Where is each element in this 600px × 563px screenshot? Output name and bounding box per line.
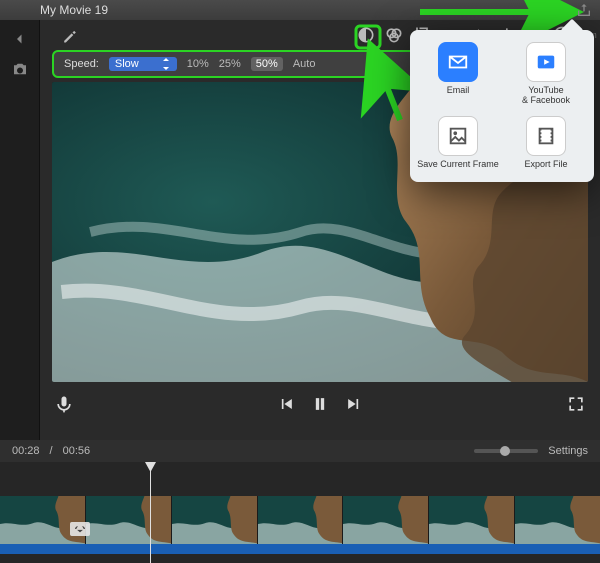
transport-bar xyxy=(40,382,600,426)
fullscreen-icon[interactable] xyxy=(566,394,586,414)
prev-button[interactable] xyxy=(276,394,296,414)
playhead[interactable] xyxy=(150,462,151,563)
zoom-slider[interactable] xyxy=(474,449,538,453)
color-correction-icon[interactable] xyxy=(384,25,404,45)
speed-10[interactable]: 10% xyxy=(187,58,209,70)
duration: 00:56 xyxy=(63,445,91,457)
speed-dropdown[interactable]: Slow xyxy=(109,57,177,71)
speed-label: Speed: xyxy=(64,58,99,70)
share-save-frame[interactable]: Save Current Frame xyxy=(416,116,500,170)
time-sep: / xyxy=(50,445,53,457)
share-email-label: Email xyxy=(447,86,470,96)
youtube-icon xyxy=(535,51,557,73)
library-camera-icon[interactable] xyxy=(11,60,29,78)
share-button[interactable] xyxy=(576,2,592,18)
share-youtube-label: YouTube & Facebook xyxy=(522,86,570,106)
speed-50[interactable]: 50% xyxy=(251,57,283,71)
library-back-icon[interactable] xyxy=(11,30,29,48)
film-icon xyxy=(535,125,557,147)
timeline[interactable] xyxy=(0,462,600,563)
left-sidebar xyxy=(0,20,40,440)
image-icon xyxy=(447,125,469,147)
speed-selected: Slow xyxy=(115,58,139,70)
speed-auto[interactable]: Auto xyxy=(293,58,316,70)
audio-track[interactable] xyxy=(0,544,600,554)
window-title: My Movie 19 xyxy=(40,3,108,17)
color-balance-icon[interactable] xyxy=(356,25,376,45)
pause-button[interactable] xyxy=(310,394,330,414)
settings-button[interactable]: Settings xyxy=(548,445,588,457)
share-email[interactable]: Email xyxy=(416,42,500,106)
clip-speed-badge xyxy=(70,522,90,536)
mic-icon[interactable] xyxy=(54,394,74,414)
share-icon xyxy=(576,2,592,18)
current-time: 00:28 xyxy=(12,445,40,457)
speed-25[interactable]: 25% xyxy=(219,58,241,70)
timeline-header: 00:28 / 00:56 Settings xyxy=(0,440,600,462)
mail-icon xyxy=(447,51,469,73)
share-saveframe-label: Save Current Frame xyxy=(417,160,499,170)
share-popover: Email YouTube & Facebook Save Current Fr… xyxy=(410,30,594,182)
next-button[interactable] xyxy=(344,394,364,414)
chevron-updown-icon xyxy=(161,58,171,70)
magic-wand-icon[interactable] xyxy=(60,25,80,45)
clip-row[interactable] xyxy=(0,496,600,544)
share-export-file[interactable]: Export File xyxy=(504,116,588,170)
share-export-label: Export File xyxy=(524,160,567,170)
share-youtube-facebook[interactable]: YouTube & Facebook xyxy=(504,42,588,106)
window-titlebar: My Movie 19 xyxy=(0,0,600,20)
